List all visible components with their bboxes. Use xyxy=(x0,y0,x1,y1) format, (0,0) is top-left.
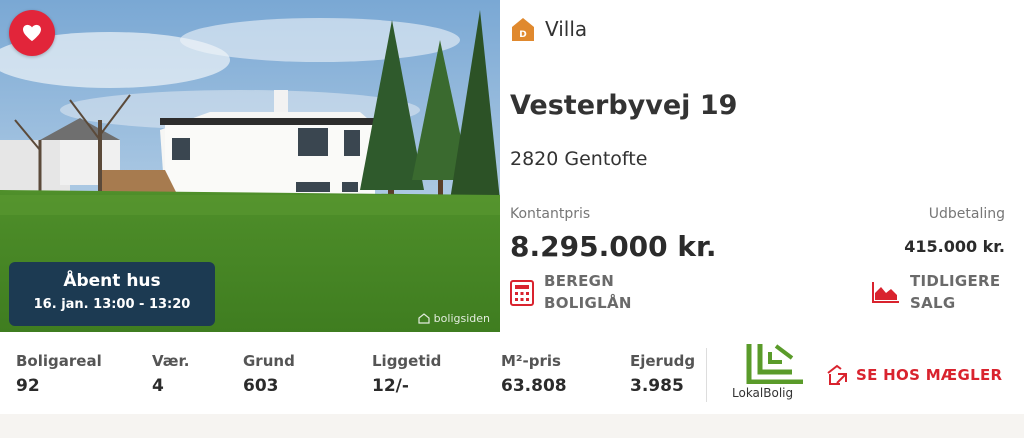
stat-plot: Grund 603 xyxy=(243,352,295,396)
stat-price-per-sqm: M²-pris 63.808 xyxy=(501,352,567,396)
open-house-badge[interactable]: Åbent hus 16. jan. 13:00 - 13:20 xyxy=(9,262,215,326)
calculate-loan-line1: BEREGN xyxy=(544,272,615,290)
broker-logo-text: LokalBolig xyxy=(732,386,794,400)
city: 2820 Gentofte xyxy=(510,148,648,170)
stat-rooms: Vær. 4 xyxy=(152,352,189,396)
previous-sales-button[interactable]: TIDLIGERE SALG xyxy=(872,270,1000,314)
area-chart-icon xyxy=(872,282,899,303)
stat-label: Boligareal xyxy=(16,352,102,370)
energy-label: D xyxy=(519,30,526,40)
favorite-button[interactable] xyxy=(9,10,55,56)
property-photo[interactable]: Åbent hus 16. jan. 13:00 - 13:20 boligsi… xyxy=(0,0,500,332)
house-badge-icon: D xyxy=(512,18,534,41)
previous-sales-line1: TIDLIGERE xyxy=(910,272,1001,290)
stat-label: Liggetid xyxy=(372,352,442,370)
heart-icon xyxy=(23,24,41,42)
stat-time-on-market: Liggetid 12/- xyxy=(372,352,441,396)
stat-label: Ejerudg xyxy=(630,352,696,370)
see-broker-button[interactable]: SE HOS MÆGLER xyxy=(826,364,1002,386)
stat-label: Vær. xyxy=(152,352,190,370)
stat-label: M²-pris xyxy=(501,352,561,370)
stat-label: Grund xyxy=(243,352,295,370)
address[interactable]: Vesterbyvej 19 xyxy=(510,90,737,121)
property-type-label: Villa xyxy=(545,17,588,41)
broker-logo[interactable]: LokalBolig xyxy=(732,342,810,408)
stat-value: 4 xyxy=(152,376,164,396)
watermark-text: boligsiden xyxy=(433,312,490,325)
stat-living-area: Boligareal 92 xyxy=(16,352,102,396)
cash-price-label: Kontantpris xyxy=(510,206,591,222)
down-payment: 415.000 kr. xyxy=(904,237,1005,256)
stats-divider xyxy=(706,348,707,402)
photo-watermark: boligsiden xyxy=(418,312,490,325)
house-outline-icon xyxy=(418,313,430,324)
stat-value: 603 xyxy=(243,376,279,396)
stat-value: 92 xyxy=(16,376,40,396)
listing-card[interactable]: Åbent hus 16. jan. 13:00 - 13:20 boligsi… xyxy=(0,0,1024,414)
open-house-time: 16. jan. 13:00 - 13:20 xyxy=(33,297,191,312)
stat-owner-expenses: Ejerudg 3.985 xyxy=(630,352,695,396)
calculate-loan-button[interactable]: BEREGN BOLIGLÅN xyxy=(510,270,632,314)
cash-price: 8.295.000 kr. xyxy=(510,230,717,263)
lokalbolig-logo-icon xyxy=(746,344,803,384)
calculator-icon xyxy=(510,280,534,306)
calculate-loan-line2: BOLIGLÅN xyxy=(544,294,632,312)
stat-value: 12/- xyxy=(372,376,409,396)
see-broker-label: SE HOS MÆGLER xyxy=(856,366,1003,384)
open-house-title: Åbent hus xyxy=(63,271,161,291)
stat-value: 3.985 xyxy=(630,376,684,396)
property-type: D Villa xyxy=(510,16,587,42)
previous-sales-line2: SALG xyxy=(910,294,956,312)
down-payment-label: Udbetaling xyxy=(928,206,1005,222)
external-link-icon xyxy=(827,364,847,385)
stat-value: 63.808 xyxy=(501,376,567,396)
